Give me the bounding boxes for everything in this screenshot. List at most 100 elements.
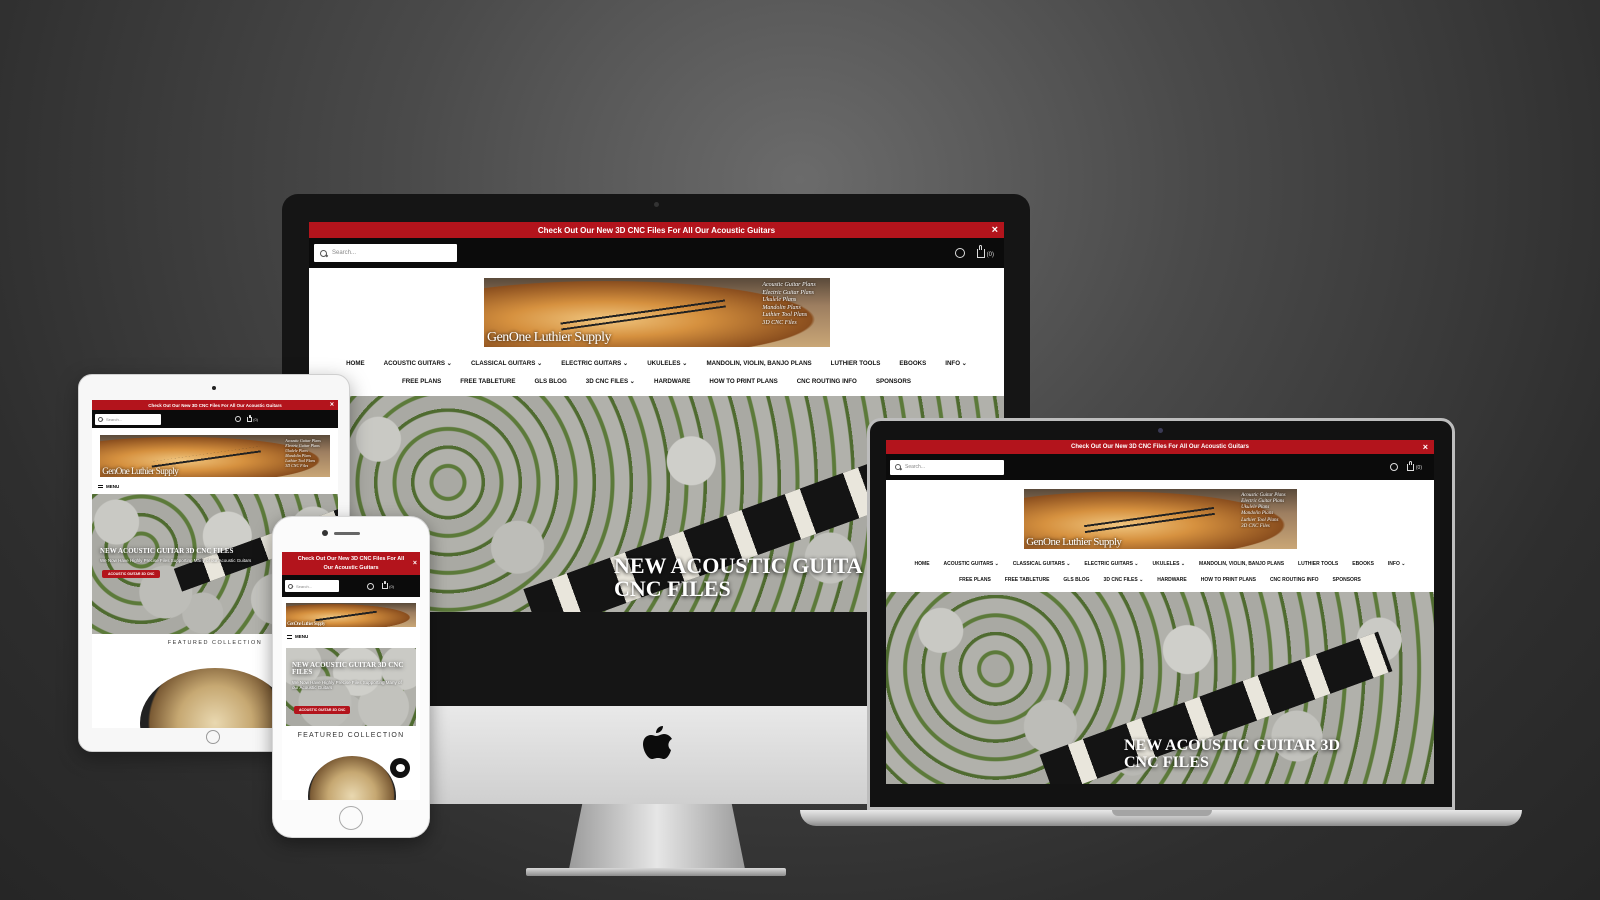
brand-name: GenOne Luthier Supply (287, 621, 325, 627)
announcement-bar[interactable]: Check Out Our New 3D CNC Files For All O… (309, 222, 1004, 238)
announcement-bar[interactable]: Check Out Our New 3D CNC Files For All O… (886, 440, 1434, 454)
nav-item[interactable]: HARDWARE (1157, 572, 1186, 588)
close-icon[interactable]: × (992, 224, 998, 236)
header-bar: Search... (0) (92, 410, 338, 428)
nav-item[interactable]: ELECTRIC GUITARS ⌄ (561, 355, 628, 373)
chat-icon[interactable] (390, 758, 410, 778)
phone-camera (322, 530, 328, 536)
search-icon (320, 249, 327, 257)
cart-button[interactable]: (0) (247, 414, 258, 422)
header-bar: Search... (0) (282, 575, 420, 597)
close-icon[interactable]: × (1423, 442, 1428, 452)
phone-home-button[interactable] (339, 806, 363, 830)
featured-collection-image[interactable] (140, 668, 290, 728)
logo-banner[interactable]: Acoustic Guitar Plans Electric Guitar Pl… (100, 435, 330, 477)
cart-button[interactable]: (0) (1406, 460, 1422, 471)
featured-collection-image[interactable] (308, 756, 396, 800)
logo-area: Acoustic Guitar Plans Electric Guitar Pl… (886, 480, 1434, 552)
logo-area: Acoustic Guitar Plans Electric Guitar Pl… (309, 268, 1004, 351)
announcement-text: Check Out Our New 3D CNC Files For All O… (148, 402, 282, 408)
cart-button[interactable]: (0) (976, 244, 994, 258)
nav-item[interactable]: HOW TO PRINT PLANS (709, 373, 777, 391)
nav-item[interactable]: UKULELES ⌄ (1153, 556, 1186, 572)
nav-item[interactable]: SPONSORS (1333, 572, 1361, 588)
nav-item[interactable]: MANDOLIN, VIOLIN, BANJO PLANS (1199, 556, 1284, 572)
nav-item[interactable]: GLS BLOG (1063, 572, 1089, 588)
search-input[interactable]: Search... (285, 580, 339, 592)
nav-item[interactable]: ACOUSTIC GUITARS ⌄ (384, 355, 452, 373)
nav-item[interactable]: INFO ⌄ (945, 355, 967, 373)
cart-icon (382, 580, 389, 589)
hero-title: NEW ACOUSTIC GUITAR 3D CNC FILES (292, 661, 404, 677)
nav-item[interactable]: CNC ROUTING INFO (1270, 572, 1319, 588)
hero-image[interactable]: NEW ACOUSTIC GUITAR 3D CNC FILES (886, 592, 1434, 784)
nav-item[interactable]: CNC ROUTING INFO (797, 373, 857, 391)
cart-count: (0) (1415, 464, 1422, 471)
phone-website: Check Out Our New 3D CNC Files For All O… (282, 552, 420, 800)
nav-item[interactable]: MANDOLIN, VIOLIN, BANJO PLANS (706, 355, 811, 373)
hero-title: NEW ACOUSTIC GUITA CNC FILES (614, 553, 863, 602)
phone-speaker (334, 532, 360, 535)
nav-item[interactable]: HOME (915, 556, 930, 572)
nav-item[interactable]: CLASSICAL GUITARS ⌄ (1013, 556, 1071, 572)
logo-banner[interactable]: GenOne Luthier Supply (286, 603, 416, 627)
nav-item[interactable]: HOME (346, 355, 365, 373)
nav-item[interactable]: FREE TABLETURE (1005, 572, 1050, 588)
menu-label: MENU (106, 484, 120, 489)
nav-item[interactable]: HOW TO PRINT PLANS (1201, 572, 1256, 588)
search-input[interactable]: Search... (890, 459, 1004, 475)
search-placeholder: Search... (905, 464, 926, 470)
search-placeholder: Search... (296, 583, 313, 589)
menu-button[interactable]: MENU (282, 629, 420, 644)
nav-item[interactable]: CLASSICAL GUITARS ⌄ (471, 355, 542, 373)
laptop-camera (1158, 428, 1163, 433)
banner-line: Acoustic Guitar Plans (1241, 492, 1286, 498)
nav-item[interactable]: FREE TABLETURE (460, 373, 515, 391)
close-icon[interactable]: × (413, 558, 417, 569)
nav-item[interactable]: INFO ⌄ (1388, 556, 1406, 572)
nav-item[interactable]: 3D CNC FILES ⌄ (1104, 572, 1144, 588)
header-bar: Search... (0) (309, 238, 1004, 268)
announcement-bar[interactable]: Check Out Our New 3D CNC Files For All O… (282, 552, 420, 575)
hero-cta-button[interactable]: ACOUSTIC GUITAR 3D CNC (102, 570, 161, 578)
header-icons: (0) (235, 414, 258, 422)
search-input[interactable]: Search... (314, 244, 457, 262)
nav-item[interactable]: UKULELES ⌄ (647, 355, 687, 373)
imac-stand-base (526, 868, 786, 876)
hero-cta-button[interactable]: ACOUSTIC GUITAR 3D CNC (294, 706, 351, 714)
nav-item[interactable]: 3D CNC FILES ⌄ (586, 373, 635, 391)
nav-item[interactable]: LUTHIER TOOLS (1298, 556, 1338, 572)
account-icon[interactable] (954, 248, 965, 258)
hero-title: NEW ACOUSTIC GUITAR 3D CNC FILES (1124, 737, 1340, 771)
main-nav: HOME ACOUSTIC GUITARS ⌄ CLASSICAL GUITAR… (309, 351, 1004, 373)
nav-item[interactable]: ACOUSTIC GUITARS ⌄ (944, 556, 999, 572)
account-icon[interactable] (367, 582, 375, 590)
imac-stand (568, 804, 746, 874)
search-icon (98, 416, 103, 422)
hero-subtitle: We Now Have Highly Precise Files Support… (100, 558, 252, 563)
nav-item[interactable]: HARDWARE (654, 373, 690, 391)
banner-line: 3D CNC Files (762, 319, 797, 326)
nav-item[interactable]: LUTHIER TOOLS (831, 355, 881, 373)
close-icon[interactable]: × (330, 402, 334, 409)
logo-banner[interactable]: Acoustic Guitar Plans Electric Guitar Pl… (1023, 489, 1297, 549)
search-input[interactable]: Search... (95, 413, 161, 425)
menu-button[interactable]: MENU (92, 480, 338, 493)
hero-image[interactable]: NEW ACOUSTIC GUITAR 3D CNC FILES We Now … (286, 648, 416, 726)
nav-item[interactable]: ELECTRIC GUITARS ⌄ (1084, 556, 1138, 572)
nav-item[interactable]: FREE PLANS (402, 373, 441, 391)
announcement-bar[interactable]: Check Out Our New 3D CNC Files For All O… (92, 400, 338, 410)
logo-banner[interactable]: Acoustic Guitar Plans Electric Guitar Pl… (483, 278, 830, 347)
nav-item[interactable]: EBOOKS (1352, 556, 1374, 572)
cart-count: (0) (389, 584, 394, 589)
tablet-home-button[interactable] (206, 730, 220, 744)
account-icon[interactable] (1389, 463, 1398, 471)
menu-label: MENU (295, 634, 309, 639)
nav-item[interactable]: FREE PLANS (959, 572, 991, 588)
nav-item[interactable]: EBOOKS (899, 355, 926, 373)
cart-button[interactable]: (0) (382, 580, 394, 589)
nav-item[interactable]: GLS BLOG (534, 373, 566, 391)
account-icon[interactable] (235, 416, 242, 422)
cart-icon (1406, 460, 1414, 471)
nav-item[interactable]: SPONSORS (876, 373, 911, 391)
